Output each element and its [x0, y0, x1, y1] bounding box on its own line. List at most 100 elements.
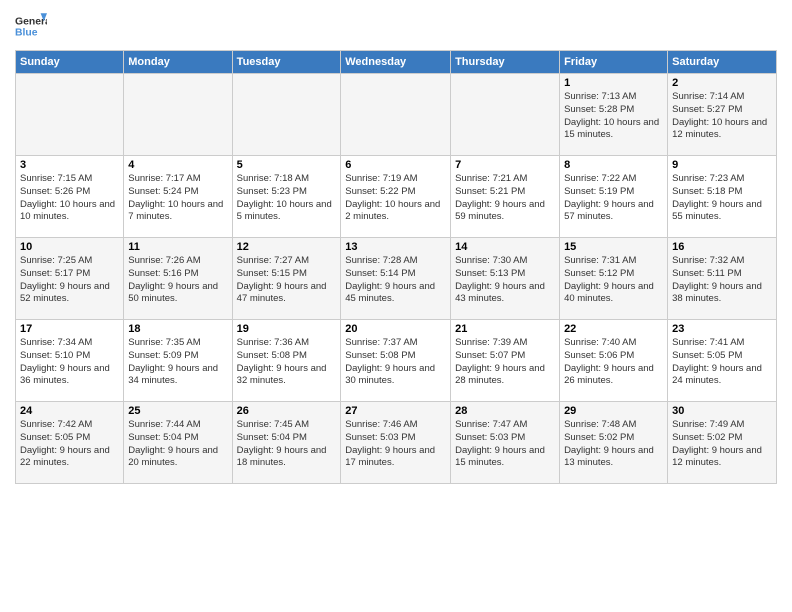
day-number: 24	[20, 405, 119, 417]
day-info: Sunrise: 7:32 AMSunset: 5:11 PMDaylight:…	[672, 255, 772, 306]
day-number: 30	[672, 405, 772, 417]
calendar-cell: 17 Sunrise: 7:34 AMSunset: 5:10 PMDayligh…	[16, 320, 124, 402]
calendar-cell: 24 Sunrise: 7:42 AMSunset: 5:05 PMDayligh…	[16, 402, 124, 484]
calendar-cell: 5Sunrise: 7:18 AMSunset: 5:23 PMDaylight…	[232, 156, 341, 238]
day-info: Sunrise: 7:42 AMSunset: 5:05 PMDaylight:…	[20, 419, 119, 470]
calendar-cell: 11Sunrise: 7:26 AMSunset: 5:16 PMDayligh…	[124, 238, 232, 320]
calendar-cell: 3 Sunrise: 7:15 AMSunset: 5:26 PMDaylight…	[16, 156, 124, 238]
calendar-cell: 18 Sunrise: 7:35 AMSunset: 5:09 PMDayligh…	[124, 320, 232, 402]
calendar-cell: 9 Sunrise: 7:23 AMSunset: 5:18 PMDaylight…	[668, 156, 777, 238]
day-info: Sunrise: 7:23 AMSunset: 5:18 PMDaylight:…	[672, 173, 772, 224]
calendar-week-row: 3 Sunrise: 7:15 AMSunset: 5:26 PMDaylight…	[16, 156, 777, 238]
day-number: 17	[20, 323, 119, 335]
day-info: Sunrise: 7:34 AMSunset: 5:10 PMDaylight:…	[20, 337, 119, 388]
day-info: Sunrise: 7:30 AMSunset: 5:13 PMDaylight:…	[455, 255, 555, 306]
day-number: 26	[237, 405, 337, 417]
day-info: Sunrise: 7:13 AMSunset: 5:28 PMDaylight:…	[564, 91, 663, 142]
day-number: 9	[672, 159, 772, 171]
calendar-week-row: 10Sunrise: 7:25 AMSunset: 5:17 PMDayligh…	[16, 238, 777, 320]
calendar-cell: 15Sunrise: 7:31 AMSunset: 5:12 PMDayligh…	[560, 238, 668, 320]
calendar-cell	[124, 74, 232, 156]
weekday-header-row: SundayMondayTuesdayWednesdayThursdayFrid…	[16, 51, 777, 74]
calendar-cell: 7Sunrise: 7:21 AMSunset: 5:21 PMDaylight…	[451, 156, 560, 238]
weekday-header-monday: Monday	[124, 51, 232, 74]
day-number: 15	[564, 241, 663, 253]
calendar-cell: 20 Sunrise: 7:37 AMSunset: 5:08 PMDayligh…	[341, 320, 451, 402]
day-info: Sunrise: 7:46 AMSunset: 5:03 PMDaylight:…	[345, 419, 446, 470]
logo: General Blue	[15, 10, 47, 42]
day-number: 22	[564, 323, 663, 335]
calendar-cell	[232, 74, 341, 156]
day-number: 27	[345, 405, 446, 417]
day-info: Sunrise: 7:14 AMSunset: 5:27 PMDaylight:…	[672, 91, 772, 142]
calendar-cell: 28 Sunrise: 7:47 AMSunset: 5:03 PMDayligh…	[451, 402, 560, 484]
day-info: Sunrise: 7:39 AMSunset: 5:07 PMDaylight:…	[455, 337, 555, 388]
calendar-cell: 26 Sunrise: 7:45 AMSunset: 5:04 PMDayligh…	[232, 402, 341, 484]
header: General Blue	[15, 10, 777, 42]
calendar-cell: 13 Sunrise: 7:28 AMSunset: 5:14 PMDayligh…	[341, 238, 451, 320]
calendar-cell: 16 Sunrise: 7:32 AMSunset: 5:11 PMDayligh…	[668, 238, 777, 320]
calendar-cell: 30 Sunrise: 7:49 AMSunset: 5:02 PMDayligh…	[668, 402, 777, 484]
calendar-week-row: 17 Sunrise: 7:34 AMSunset: 5:10 PMDayligh…	[16, 320, 777, 402]
svg-text:Blue: Blue	[15, 28, 38, 39]
day-number: 18	[128, 323, 227, 335]
day-info: Sunrise: 7:40 AMSunset: 5:06 PMDaylight:…	[564, 337, 663, 388]
day-info: Sunrise: 7:45 AMSunset: 5:04 PMDaylight:…	[237, 419, 337, 470]
day-number: 21	[455, 323, 555, 335]
day-info: Sunrise: 7:41 AMSunset: 5:05 PMDaylight:…	[672, 337, 772, 388]
page: General Blue SundayMondayTuesdayWednesda…	[0, 0, 792, 612]
day-number: 12	[237, 241, 337, 253]
calendar-cell	[341, 74, 451, 156]
day-number: 23	[672, 323, 772, 335]
calendar-table: SundayMondayTuesdayWednesdayThursdayFrid…	[15, 50, 777, 484]
day-number: 14	[455, 241, 555, 253]
calendar-cell: 1 Sunrise: 7:13 AMSunset: 5:28 PMDaylight…	[560, 74, 668, 156]
weekday-header-saturday: Saturday	[668, 51, 777, 74]
calendar-cell: 2Sunrise: 7:14 AMSunset: 5:27 PMDaylight…	[668, 74, 777, 156]
day-number: 20	[345, 323, 446, 335]
day-info: Sunrise: 7:27 AMSunset: 5:15 PMDaylight:…	[237, 255, 337, 306]
day-info: Sunrise: 7:19 AMSunset: 5:22 PMDaylight:…	[345, 173, 446, 224]
weekday-header-sunday: Sunday	[16, 51, 124, 74]
day-info: Sunrise: 7:47 AMSunset: 5:03 PMDaylight:…	[455, 419, 555, 470]
day-number: 28	[455, 405, 555, 417]
day-info: Sunrise: 7:15 AMSunset: 5:26 PMDaylight:…	[20, 173, 119, 224]
day-number: 8	[564, 159, 663, 171]
day-info: Sunrise: 7:49 AMSunset: 5:02 PMDaylight:…	[672, 419, 772, 470]
calendar-cell	[451, 74, 560, 156]
weekday-header-friday: Friday	[560, 51, 668, 74]
day-info: Sunrise: 7:44 AMSunset: 5:04 PMDaylight:…	[128, 419, 227, 470]
calendar-cell: 12 Sunrise: 7:27 AMSunset: 5:15 PMDayligh…	[232, 238, 341, 320]
day-number: 19	[237, 323, 337, 335]
day-number: 3	[20, 159, 119, 171]
calendar-cell: 19 Sunrise: 7:36 AMSunset: 5:08 PMDayligh…	[232, 320, 341, 402]
calendar-cell: 27 Sunrise: 7:46 AMSunset: 5:03 PMDayligh…	[341, 402, 451, 484]
day-info: Sunrise: 7:37 AMSunset: 5:08 PMDaylight:…	[345, 337, 446, 388]
logo-icon: General Blue	[15, 10, 47, 42]
calendar-cell: 21 Sunrise: 7:39 AMSunset: 5:07 PMDayligh…	[451, 320, 560, 402]
svg-text:General: General	[15, 16, 47, 27]
day-number: 6	[345, 159, 446, 171]
day-number: 5	[237, 159, 337, 171]
day-info: Sunrise: 7:28 AMSunset: 5:14 PMDaylight:…	[345, 255, 446, 306]
calendar-cell: 10Sunrise: 7:25 AMSunset: 5:17 PMDayligh…	[16, 238, 124, 320]
calendar-cell: 23 Sunrise: 7:41 AMSunset: 5:05 PMDayligh…	[668, 320, 777, 402]
day-number: 1	[564, 77, 663, 89]
calendar-cell	[16, 74, 124, 156]
day-info: Sunrise: 7:35 AMSunset: 5:09 PMDaylight:…	[128, 337, 227, 388]
calendar-cell: 22 Sunrise: 7:40 AMSunset: 5:06 PMDayligh…	[560, 320, 668, 402]
day-number: 13	[345, 241, 446, 253]
day-info: Sunrise: 7:25 AMSunset: 5:17 PMDaylight:…	[20, 255, 119, 306]
day-info: Sunrise: 7:48 AMSunset: 5:02 PMDaylight:…	[564, 419, 663, 470]
day-info: Sunrise: 7:22 AMSunset: 5:19 PMDaylight:…	[564, 173, 663, 224]
calendar-cell: 29Sunrise: 7:48 AMSunset: 5:02 PMDayligh…	[560, 402, 668, 484]
calendar-cell: 14 Sunrise: 7:30 AMSunset: 5:13 PMDayligh…	[451, 238, 560, 320]
day-info: Sunrise: 7:21 AMSunset: 5:21 PMDaylight:…	[455, 173, 555, 224]
day-number: 16	[672, 241, 772, 253]
day-number: 11	[128, 241, 227, 253]
calendar-week-row: 1 Sunrise: 7:13 AMSunset: 5:28 PMDaylight…	[16, 74, 777, 156]
day-info: Sunrise: 7:36 AMSunset: 5:08 PMDaylight:…	[237, 337, 337, 388]
day-number: 4	[128, 159, 227, 171]
day-info: Sunrise: 7:17 AMSunset: 5:24 PMDaylight:…	[128, 173, 227, 224]
calendar-cell: 4 Sunrise: 7:17 AMSunset: 5:24 PMDaylight…	[124, 156, 232, 238]
